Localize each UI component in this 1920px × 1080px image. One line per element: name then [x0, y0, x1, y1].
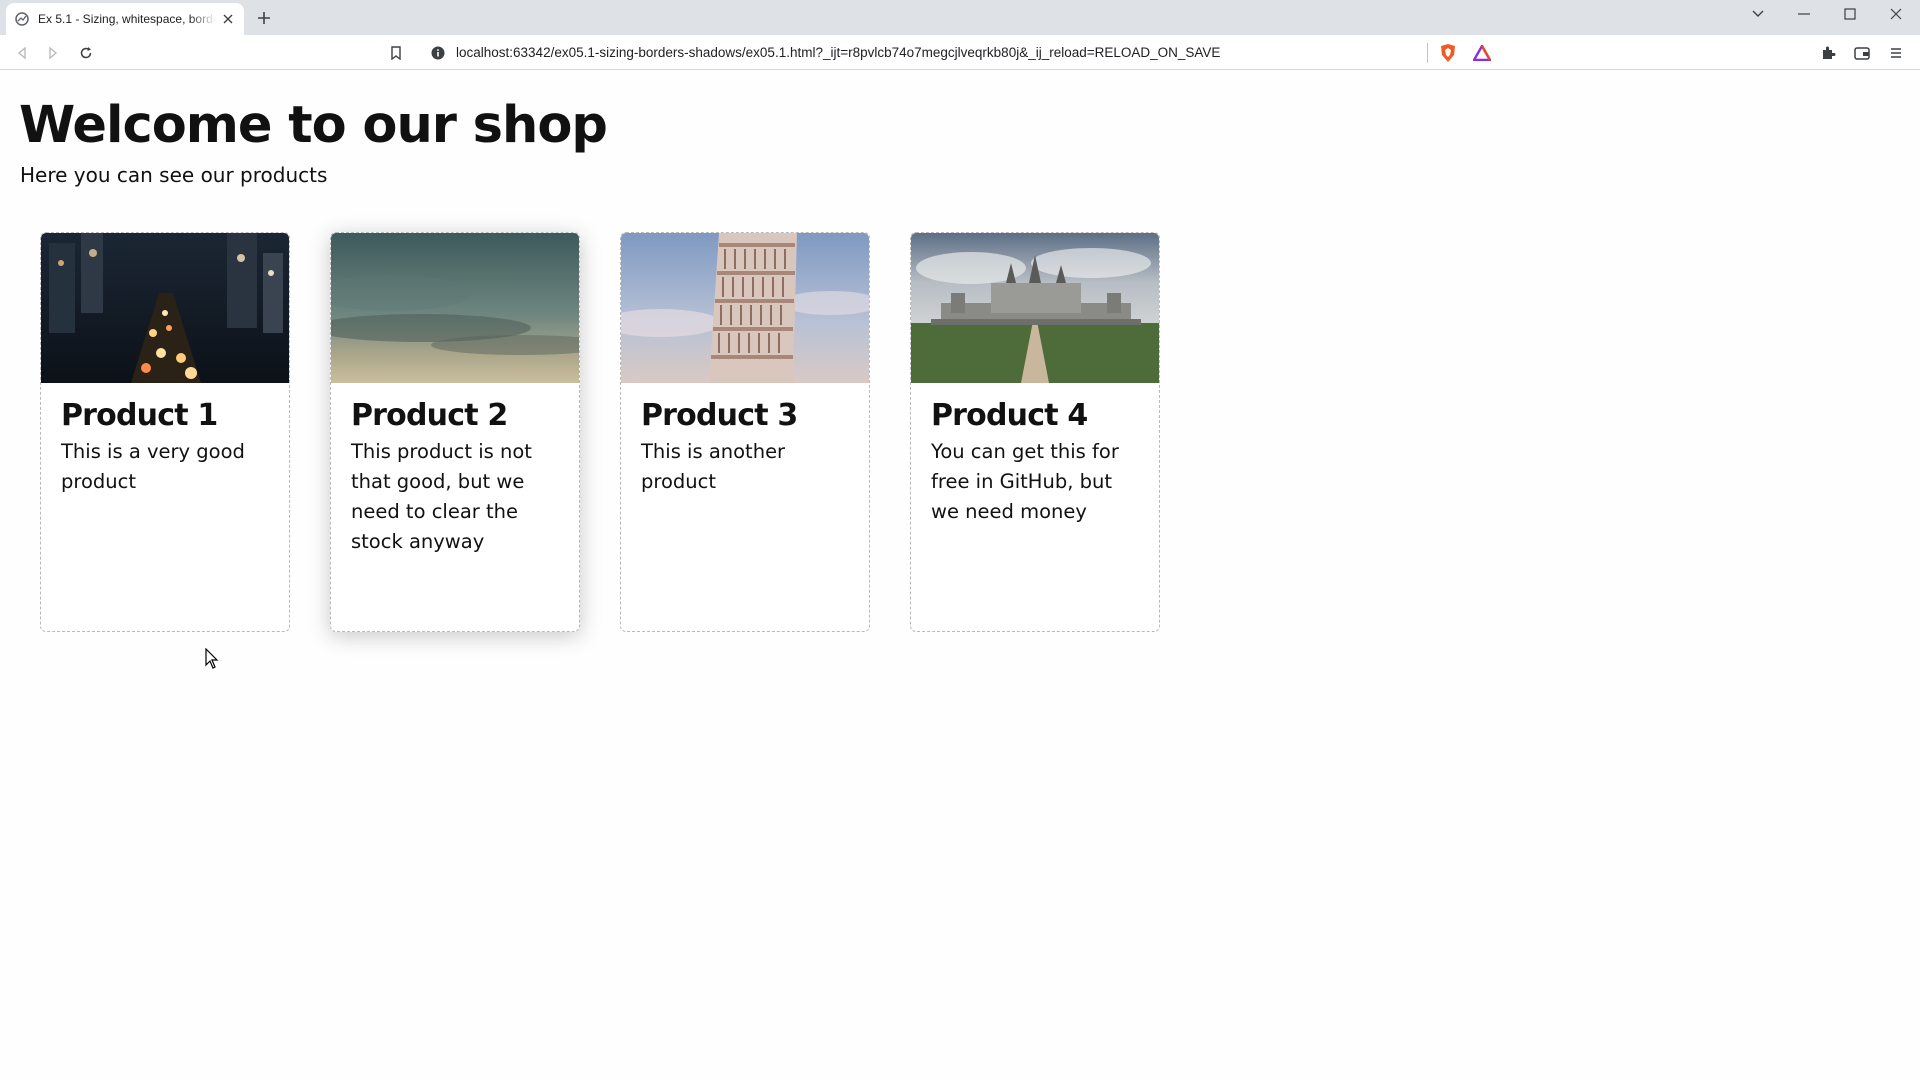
browser-chrome: Ex 5.1 - Sizing, whitespace, borders loc… — [0, 0, 1920, 70]
browser-toolbar: localhost:63342/ex05.1-sizing-borders-sh… — [0, 35, 1920, 70]
tab-title: Ex 5.1 - Sizing, whitespace, borders — [38, 12, 217, 26]
product-card-2: Product 2 This product is not that good,… — [330, 232, 580, 632]
close-window-icon[interactable] — [1873, 0, 1919, 28]
product-card-body: Product 3 This is another product — [621, 383, 869, 511]
product-title: Product 4 — [931, 398, 1088, 433]
address-bar-divider — [1427, 43, 1428, 63]
mouse-cursor-icon — [205, 648, 219, 669]
tab-strip: Ex 5.1 - Sizing, whitespace, borders — [0, 0, 1920, 35]
city-traffic-night-image — [41, 233, 289, 383]
page-subtitle: Here you can see our products — [20, 163, 328, 187]
product-card-body: Product 4 You can get this for free in G… — [911, 383, 1159, 541]
product-description: You can get this for free in GitHub, but… — [931, 440, 1119, 523]
new-tab-icon[interactable] — [254, 8, 274, 28]
address-bar[interactable]: localhost:63342/ex05.1-sizing-borders-sh… — [420, 39, 1500, 66]
product-title: Product 3 — [641, 398, 798, 433]
url-text: localhost:63342/ex05.1-sizing-borders-sh… — [456, 45, 1221, 60]
product-card-4: Product 4 You can get this for free in G… — [910, 232, 1160, 632]
close-tab-icon[interactable] — [220, 11, 236, 27]
product-description: This is a very good product — [61, 440, 245, 493]
brave-shields-icon[interactable] — [1435, 40, 1461, 66]
reload-icon[interactable] — [74, 41, 98, 65]
tab-search-chevron-icon[interactable] — [1735, 0, 1781, 28]
product-card-body: Product 2 This product is not that good,… — [331, 383, 579, 571]
product-card-body: Product 1 This is a very good product — [41, 383, 289, 511]
extensions-puzzle-icon[interactable] — [1815, 40, 1841, 66]
product-title: Product 2 — [351, 398, 508, 433]
maximize-icon[interactable] — [1827, 0, 1873, 28]
browser-tab[interactable]: Ex 5.1 - Sizing, whitespace, borders — [6, 3, 244, 35]
globe-icon — [14, 11, 30, 27]
product-description: This product is not that good, but we ne… — [351, 440, 532, 553]
wallet-icon[interactable] — [1849, 40, 1875, 66]
cloudy-sky-image — [331, 233, 579, 383]
bookmark-icon[interactable] — [384, 41, 408, 65]
minimize-icon[interactable] — [1781, 0, 1827, 28]
forward-icon[interactable] — [41, 41, 65, 65]
product-title: Product 1 — [61, 398, 218, 433]
product-description: This is another product — [641, 440, 786, 493]
brave-rewards-icon[interactable] — [1469, 40, 1495, 66]
page-title: Welcome to our shop — [19, 96, 608, 155]
web-page: Welcome to our shop Here you can see our… — [0, 70, 1920, 1080]
product-card-3: Product 3 This is another product — [620, 232, 870, 632]
castle-image — [911, 233, 1159, 383]
leaning-tower-image — [621, 233, 869, 383]
product-card-1: Product 1 This is a very good product — [40, 232, 290, 632]
site-info-icon[interactable] — [430, 45, 446, 61]
back-icon[interactable] — [10, 41, 34, 65]
menu-icon[interactable] — [1883, 40, 1909, 66]
